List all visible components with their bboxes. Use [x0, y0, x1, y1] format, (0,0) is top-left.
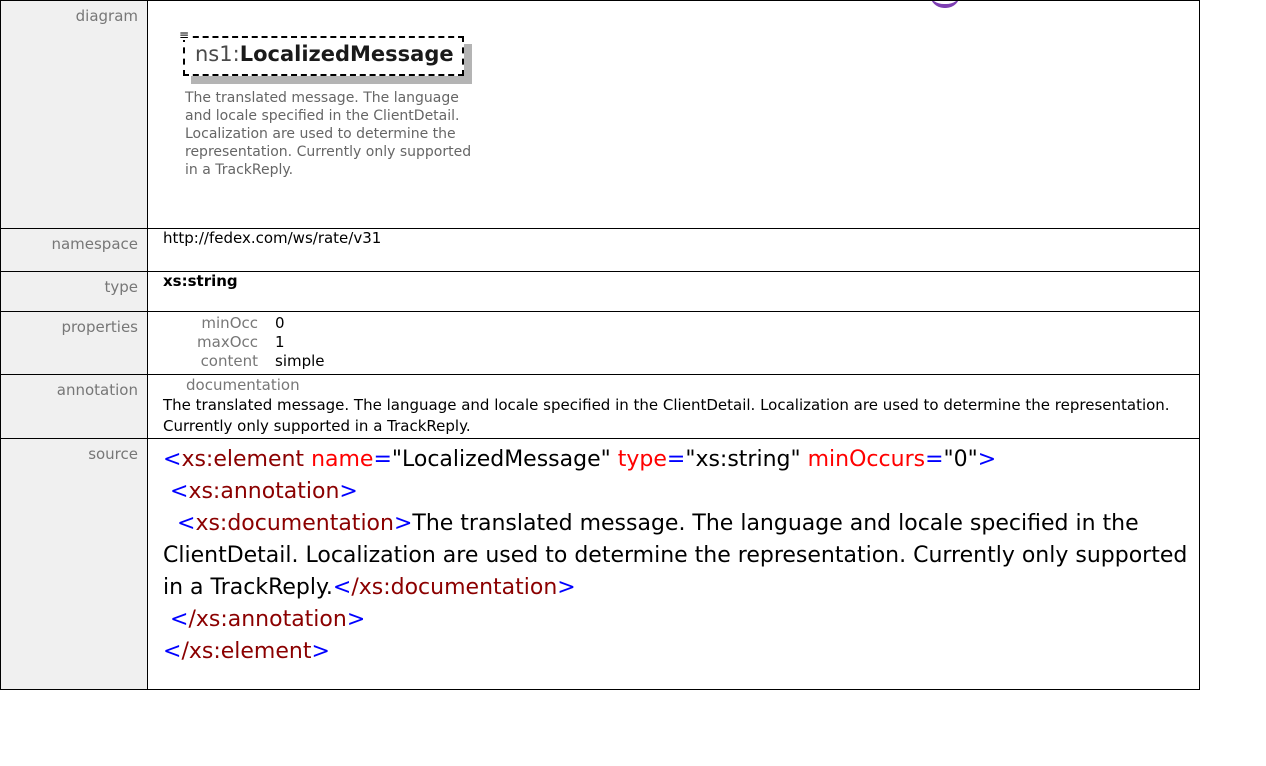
namespace-value: http://fedex.com/ws/rate/v31 — [147, 228, 1200, 272]
annotation-close-tag: /xs:annotation — [188, 607, 347, 632]
source-line-documentation: <xs:documentation>The translated message… — [163, 511, 1188, 600]
source-code: <xs:element name="LocalizedMessage" type… — [163, 439, 1199, 668]
element-doc-table: diagram ns1:LocalizedMessage ≡ The trans… — [0, 0, 1200, 690]
type-value[interactable]: xs:string — [147, 271, 1200, 312]
property-value: simple — [275, 352, 325, 370]
property-value: 0 — [275, 314, 285, 332]
annotation-text: The translated message. The language and… — [163, 396, 1170, 435]
element-box[interactable]: ns1:LocalizedMessage — [183, 36, 472, 84]
element-box-face[interactable]: ns1:LocalizedMessage — [183, 36, 464, 76]
documentation-lines-icon: ≡ — [179, 28, 191, 42]
documentation-tag: xs:documentation — [195, 511, 394, 536]
namespace-row: namespace http://fedex.com/ws/rate/v31 — [0, 228, 1200, 272]
annotation-label: annotation — [0, 374, 148, 439]
element-prefix: ns1: — [195, 42, 240, 66]
properties-cell: minOcc 0 maxOcc 1 content simple — [147, 311, 1200, 375]
diagram-row: diagram ns1:LocalizedMessage ≡ The trans… — [0, 0, 1200, 229]
minoccurs-attr: minOccurs — [807, 447, 926, 472]
properties-label: properties — [0, 311, 148, 375]
source-line-annotation-close: </xs:annotation> — [170, 607, 366, 632]
type-attr-value: "xs:string" — [685, 447, 801, 472]
element-name: LocalizedMessage — [239, 42, 454, 66]
annotation-cell: documentation The translated message. Th… — [147, 374, 1200, 439]
property-row: minOcc 0 — [163, 314, 1199, 333]
name-attr: name — [311, 447, 374, 472]
minoccurs-attr-value: "0" — [943, 447, 978, 472]
annotation-tag: xs:annotation — [188, 479, 340, 504]
source-line-element-open: <xs:element name="LocalizedMessage" type… — [163, 447, 997, 472]
property-row: content simple — [163, 352, 1199, 371]
source-cell: <xs:element name="LocalizedMessage" type… — [147, 438, 1200, 690]
source-line-element-close: </xs:element> — [163, 639, 330, 664]
namespace-label: namespace — [0, 228, 148, 272]
properties-list: minOcc 0 maxOcc 1 content simple — [163, 312, 1199, 371]
element-close-tag: /xs:element — [181, 639, 312, 664]
source-line-annotation-open: <xs:annotation> — [170, 479, 358, 504]
property-row: maxOcc 1 — [163, 333, 1199, 352]
diagram-label: diagram — [0, 0, 148, 229]
source-label: source — [0, 438, 148, 690]
annotation-key: documentation — [186, 376, 300, 394]
element-diagram: ns1:LocalizedMessage ≡ The translated me… — [149, 2, 1198, 227]
source-row: source <xs:element name="LocalizedMessag… — [0, 438, 1200, 690]
type-row: type xs:string — [0, 271, 1200, 312]
properties-row: properties minOcc 0 maxOcc 1 content sim… — [0, 311, 1200, 375]
property-key: maxOcc — [197, 333, 258, 351]
documentation-close-tag: /xs:documentation — [351, 575, 558, 600]
name-attr-value: "LocalizedMessage" — [391, 447, 611, 472]
diagram-cell: ns1:LocalizedMessage ≡ The translated me… — [147, 0, 1200, 229]
annotation-row: annotation documentation The translated … — [0, 374, 1200, 439]
property-key: content — [200, 352, 258, 370]
diagram-documentation: The translated message. The language and… — [185, 90, 472, 178]
property-key: minOcc — [201, 314, 258, 332]
property-value: 1 — [275, 333, 285, 351]
type-attr: type — [617, 447, 667, 472]
element-tag: xs:element — [181, 447, 305, 472]
type-label: type — [0, 271, 148, 312]
